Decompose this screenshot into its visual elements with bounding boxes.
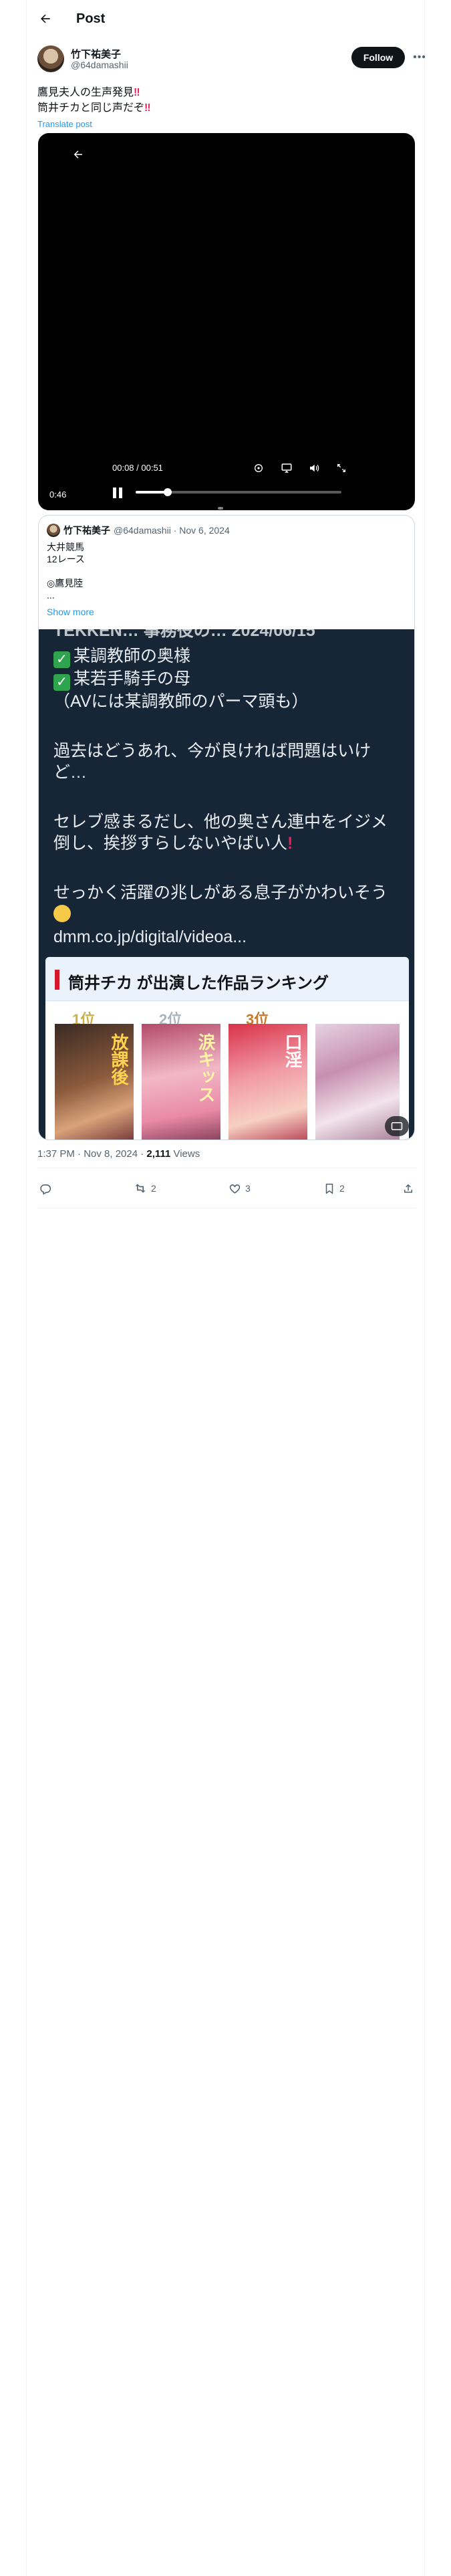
double-exclamation-icon: ‼ [144, 102, 151, 114]
action-bar: 2 3 2 [37, 1176, 416, 1201]
quoted-avatar [47, 524, 60, 537]
pause-icon [113, 488, 116, 498]
playback-speed-icon[interactable] [251, 461, 266, 475]
cast-icon[interactable] [279, 461, 294, 475]
image-text-line: 過去はどうあれ、今が良ければ問題はいけ [53, 742, 371, 760]
image-text-line: ど… [53, 763, 88, 782]
back-button[interactable] [33, 7, 57, 31]
check-icon: ✓ [53, 674, 70, 691]
video-back-icon[interactable] [72, 148, 88, 165]
repost-icon [135, 1184, 146, 1193]
arrow-left-icon [41, 14, 50, 23]
ranking-accent-bar [55, 970, 59, 990]
bookmark-button[interactable]: 2 [323, 1176, 345, 1201]
double-exclamation-icon: ‼ [134, 87, 140, 98]
cover-thumbnail: 口淫 [229, 1024, 307, 1140]
image-text-line: （AVには某調教師のパーマ頭も） [53, 692, 309, 711]
bookmark-icon [325, 1183, 333, 1194]
check-icon: ✓ [53, 651, 70, 668]
cover-title: 口淫 [282, 1033, 302, 1068]
quoted-author-name: 竹下祐美子 [63, 525, 110, 536]
image-emoji-line [53, 903, 71, 925]
image-check-line: ✓ 某若手騎手の母 [53, 668, 190, 691]
video-time-readout: 00:08 / 00:51 [112, 463, 163, 473]
quoted-line: 12レース [47, 554, 85, 564]
post-text: 鷹見夫人の生声発見‼ 筒井チカと同じ声だぞ‼ [37, 85, 412, 116]
post-line-2: 筒井チカと同じ声だぞ [37, 102, 145, 114]
crying-face-icon [53, 905, 71, 922]
cover-title: 涙キッス [195, 1033, 215, 1103]
cover-title: 放課後 [108, 1033, 128, 1085]
author-handle[interactable]: @64damashii [71, 60, 128, 70]
translate-post-link[interactable]: Translate post [37, 119, 92, 129]
ranking-card: 筒井チカ が出演した作品ランキング 1位 2位 3位 放課後 涙キッス 口淫 [45, 957, 409, 1140]
video-progress-handle[interactable] [164, 488, 172, 496]
more-dots-icon: ••• [413, 51, 426, 63]
heart-icon [229, 1184, 241, 1194]
page-title: Post [76, 11, 106, 26]
reply-button[interactable] [39, 1176, 55, 1201]
like-button[interactable]: 3 [229, 1176, 251, 1201]
expand-image-button[interactable] [385, 1116, 409, 1136]
top-bar: Post [27, 0, 424, 37]
image-text-line: せっかく活躍の兆しがある息子がかわいそう [53, 883, 388, 902]
expand-icon [391, 1122, 403, 1130]
post-author: 竹下祐美子 @64damashii Follow ••• [37, 45, 426, 75]
image-text-line: 倒し、挨拶すらしないやばい人! [53, 834, 293, 853]
cover-thumbnail: 涙キッス [142, 1024, 220, 1140]
video-player[interactable] [38, 133, 415, 510]
quoted-author-meta: @64damashii · Nov 6, 2024 [114, 525, 230, 536]
share-button[interactable] [402, 1176, 414, 1201]
quoted-line: ◎鷹見陸 [47, 578, 84, 588]
exclamation-icon: ! [287, 834, 293, 853]
image-partial-header: TEKKEN… 事務役の… 2024/06/15 [53, 629, 315, 640]
share-icon [404, 1184, 412, 1192]
ranking-title: 筒井チカ が出演した作品ランキング [68, 974, 329, 992]
more-options-button[interactable]: ••• [410, 48, 429, 67]
pause-button[interactable] [110, 486, 125, 500]
show-more-link[interactable]: Show more [47, 607, 94, 617]
video-progress-fill [136, 491, 168, 494]
views-count: 2,111 [146, 1148, 171, 1160]
quoted-line: ... [47, 590, 55, 601]
video-page-indicator [218, 507, 223, 510]
ranking-header: 筒井チカ が出演した作品ランキング [45, 957, 409, 1001]
quoted-line: 大井競馬 [47, 542, 84, 552]
avatar[interactable] [37, 45, 64, 72]
post-timestamp[interactable]: 1:37 PM · Nov 8, 2024 · 2,111 Views [37, 1148, 200, 1160]
video-elapsed-time: 0:46 [49, 490, 67, 500]
fullscreen-icon[interactable] [334, 461, 349, 475]
right-column-border [424, 0, 451, 2576]
cover-thumbnail: 放課後 [55, 1024, 134, 1140]
left-column-border [0, 0, 27, 2576]
quoted-post-header: 竹下祐美子 @64damashii · Nov 6, 2024 [47, 524, 230, 537]
author-name[interactable]: 竹下祐美子 [71, 47, 121, 61]
post-line-1: 鷹見夫人の生声発見 [37, 87, 134, 98]
repost-button[interactable]: 2 [134, 1176, 156, 1201]
reply-icon [40, 1184, 51, 1194]
quoted-post[interactable]: 竹下祐美子 @64damashii · Nov 6, 2024 大井競馬 12レ… [38, 515, 415, 1140]
image-text-line: セレブ感まるだし、他の奥さん連中をイジメ [53, 813, 388, 831]
follow-button[interactable]: Follow [351, 47, 405, 68]
volume-icon[interactable] [307, 461, 321, 475]
image-link-text: dmm.co.jp/digital/videoa... [53, 928, 247, 946]
quoted-image[interactable]: TEKKEN… 事務役の… 2024/06/15 ✓ 某調教師の奥様 ✓ 某若手騎手… [39, 629, 414, 1140]
image-check-line: ✓ 某調教師の奥様 [53, 645, 190, 668]
